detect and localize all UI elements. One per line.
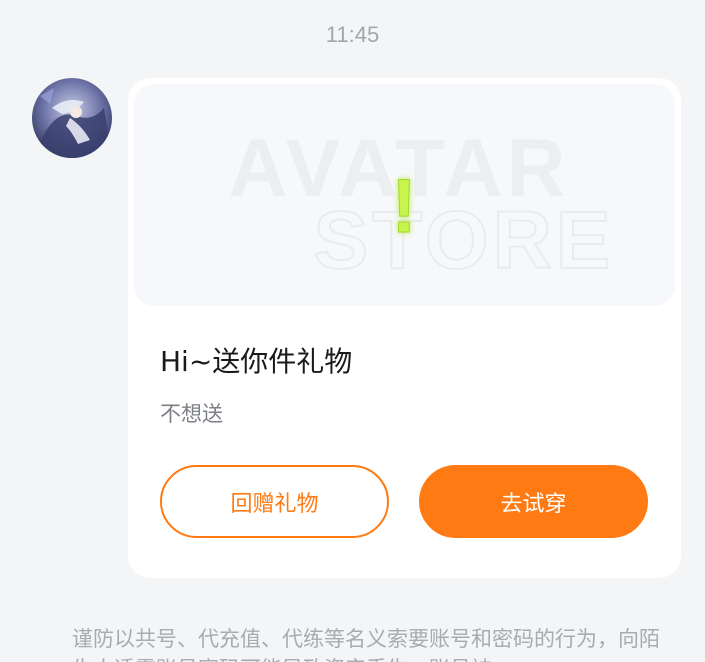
avatar-store-banner-image: AVATAR STORE !	[228, 123, 615, 287]
exclamation-icon: !	[391, 164, 416, 249]
security-notice: 谨防以共号、代充值、代练等名义索要账号和密码的行为，向陌生人透露账号密码可能导致…	[72, 627, 660, 662]
return-gift-button[interactable]: 回赠礼物	[160, 465, 389, 538]
chat-screen: 11:45 AVATAR STORE ! Hi~送你件礼物 不想送 回赠礼物 去…	[0, 0, 705, 662]
gift-card-subtitle: 不想送	[160, 402, 223, 426]
gift-banner: AVATAR STORE !	[134, 84, 675, 306]
sender-avatar[interactable]	[32, 78, 112, 158]
avatar-image	[32, 78, 112, 158]
try-on-button[interactable]: 去试穿	[419, 465, 648, 538]
message-timestamp: 11:45	[325, 22, 380, 47]
banner-watermark-store: STORE	[314, 195, 615, 286]
gift-message-card[interactable]: AVATAR STORE ! Hi~送你件礼物 不想送 回赠礼物 去试穿	[128, 78, 681, 578]
gift-card-title: Hi~送你件礼物	[160, 345, 353, 378]
